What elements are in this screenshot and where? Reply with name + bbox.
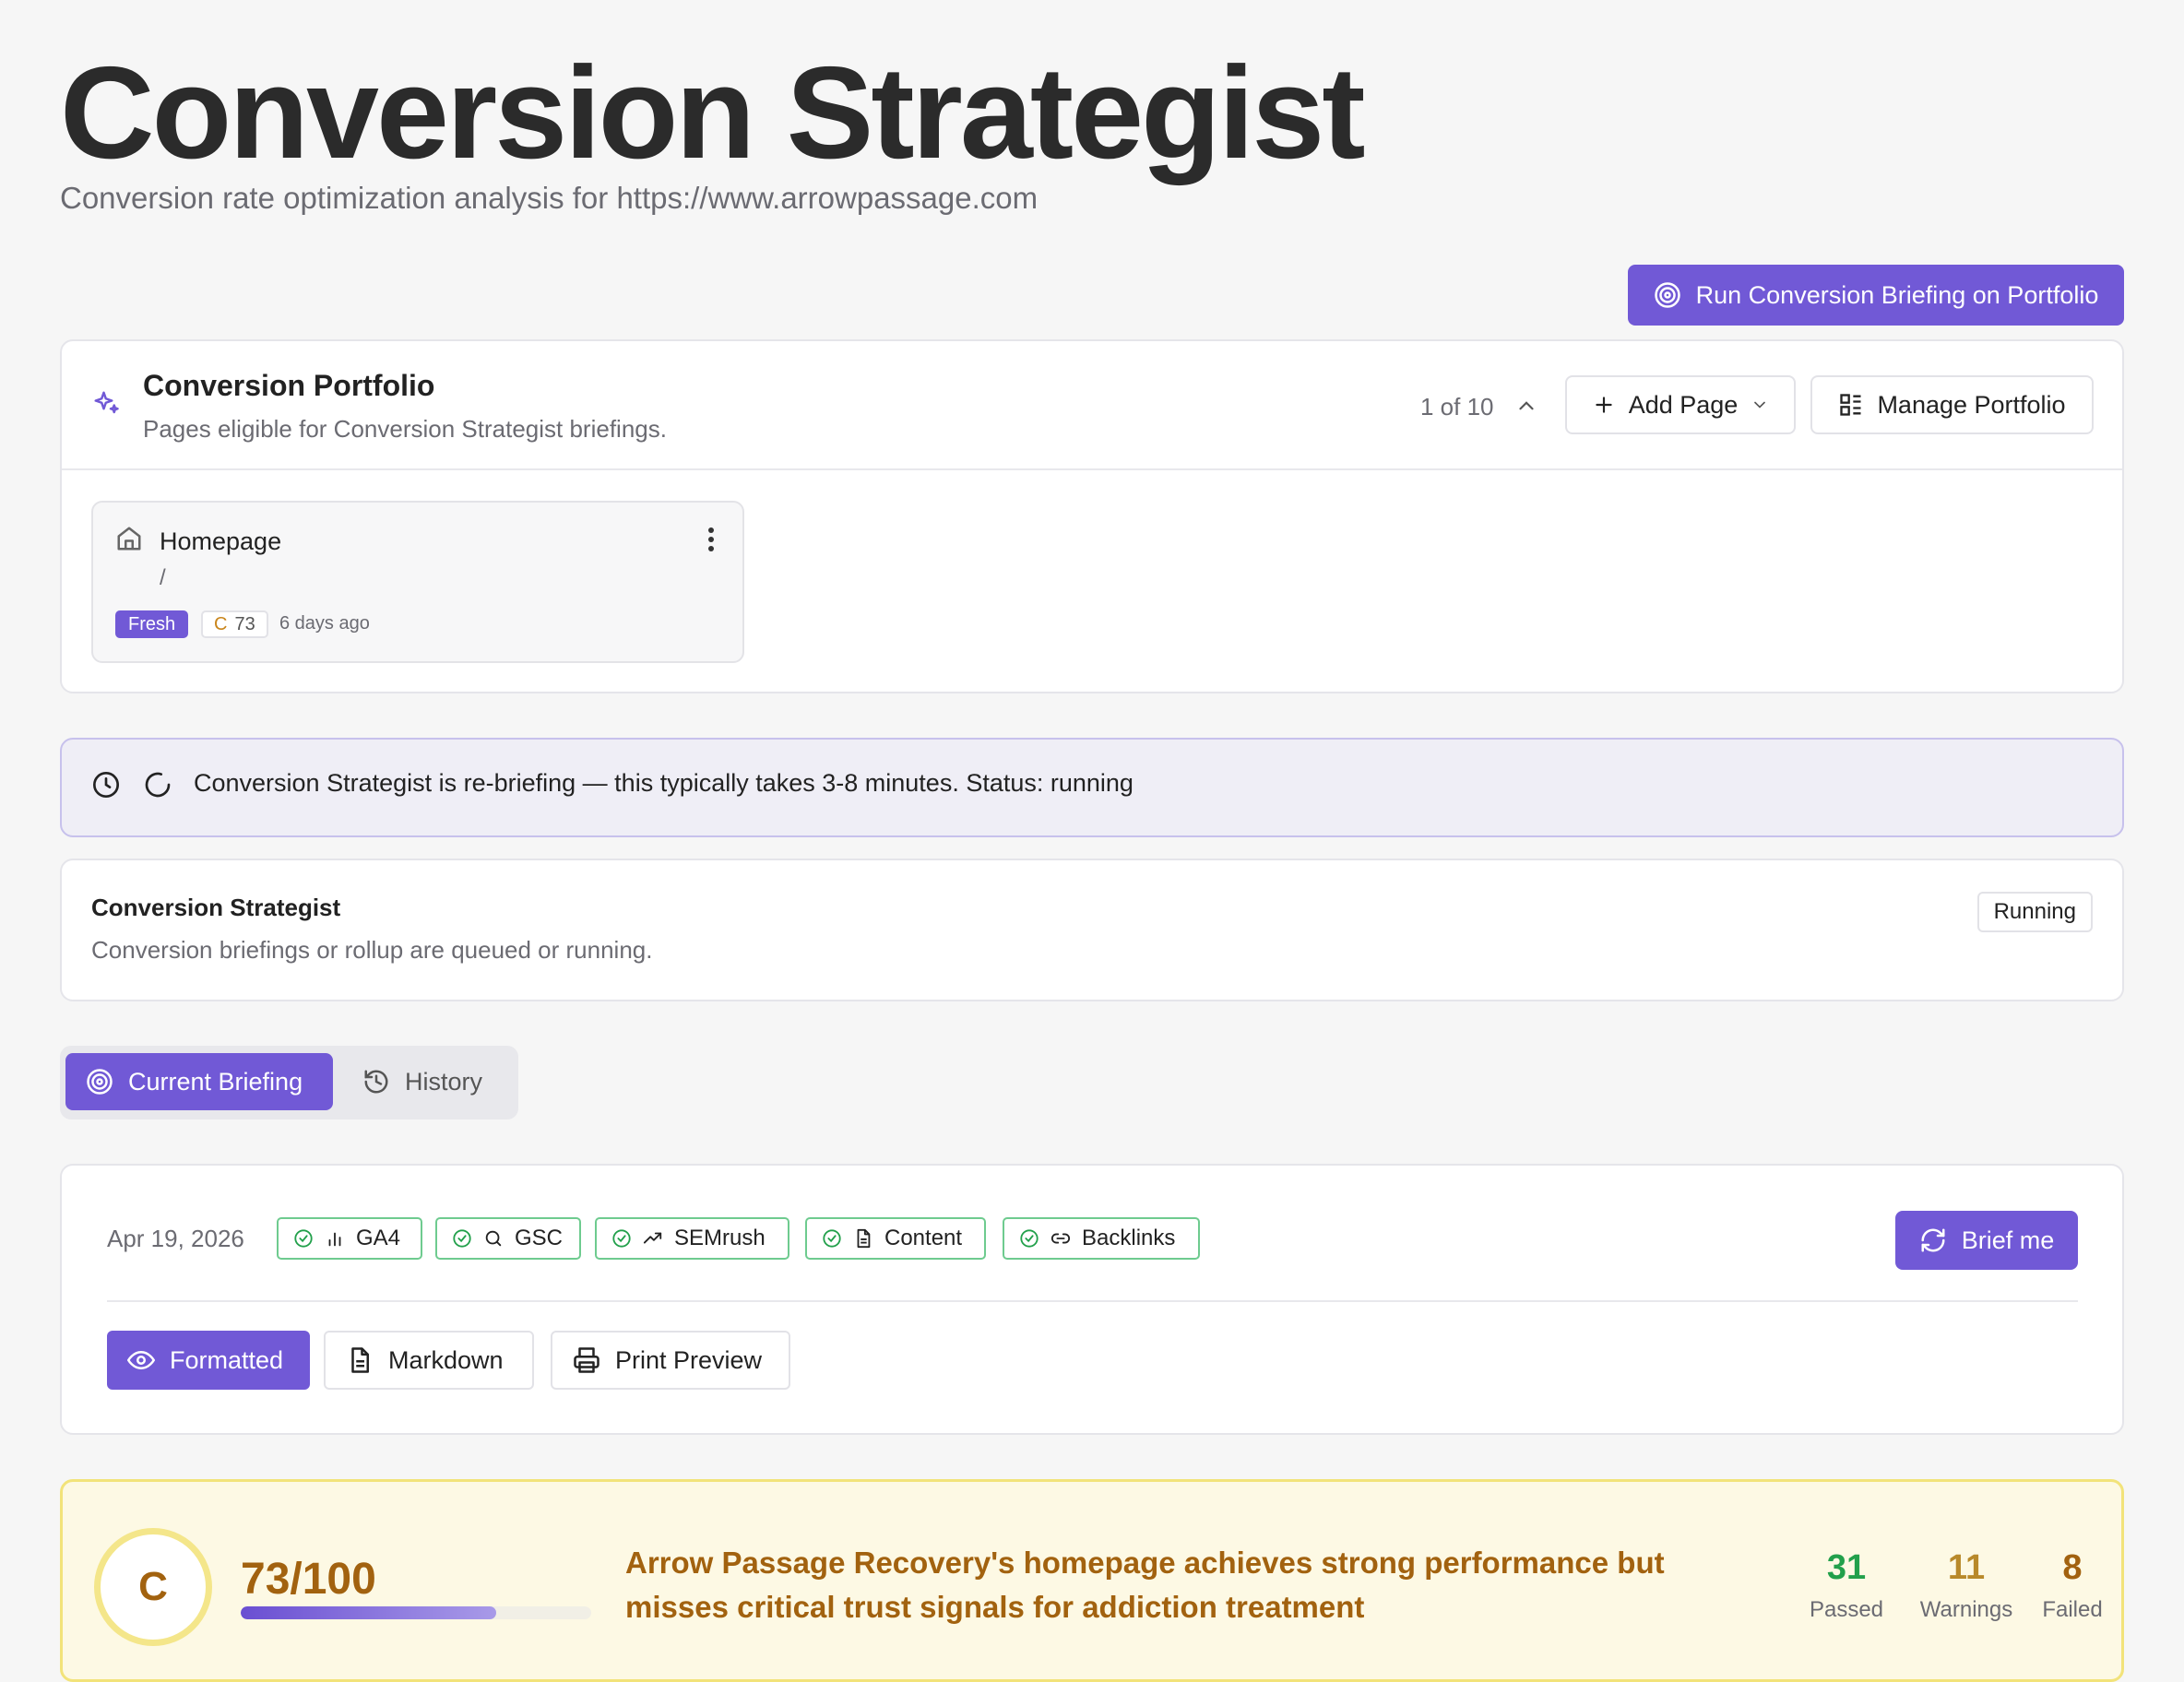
check-circle-icon [452,1228,472,1249]
manage-portfolio-label: Manage Portfolio [1877,390,2066,419]
chevron-up-icon[interactable] [1514,394,1538,418]
more-vertical-icon[interactable] [707,527,715,552]
check-circle-icon [293,1228,314,1249]
tab-current-label: Current Briefing [128,1067,303,1096]
brief-me-label: Brief me [1961,1226,2055,1254]
chevron-down-icon [1751,396,1769,414]
markdown-label: Markdown [388,1345,504,1374]
briefing-card: Apr 19, 2026 GA4 GSC SEMrush Content Bac… [60,1164,2124,1435]
source-badge-content: Content [805,1217,986,1260]
score-progress-fill [241,1606,497,1619]
refresh-icon [1919,1226,1947,1254]
stat-failed-value: 8 [2062,1548,2083,1587]
portfolio-header: Conversion Portfolio Pages eligible for … [62,341,2122,470]
eye-icon [127,1346,155,1374]
brief-me-button[interactable]: Brief me [1895,1211,2078,1270]
page-age: 6 days ago [279,613,370,634]
run-conversion-briefing-button[interactable]: Run Conversion Briefing on Portfolio [1628,265,2124,326]
status-banner: Conversion Strategist is re-briefing — t… [60,738,2124,837]
history-icon [362,1068,390,1096]
printer-icon [573,1346,600,1374]
source-badge-gsc: GSC [435,1217,581,1260]
page-name: Homepage [160,527,282,555]
score-headline: Arrow Passage Recovery's homepage achiev… [625,1546,1665,1624]
grade-circle: C [94,1528,212,1646]
page-title: Conversion Strategist [60,40,1366,186]
formatted-view-button[interactable]: Formatted [107,1331,310,1390]
sparkles-icon [92,389,120,417]
grade-score: 73 [234,614,255,634]
markdown-view-button[interactable]: Markdown [324,1331,534,1390]
list-grid-icon [1838,392,1864,418]
divider [107,1300,2078,1302]
grade-letter: C [214,614,228,634]
link-icon [1050,1228,1071,1249]
check-circle-icon [611,1228,632,1249]
tab-history-label: History [405,1067,483,1096]
portfolio-page-card[interactable]: Homepage / Fresh C 73 6 days ago [91,501,744,663]
search-icon [483,1228,504,1249]
home-icon [115,525,143,552]
trending-up-icon [643,1228,663,1249]
bar-chart-icon [325,1228,345,1249]
grade-badge: C 73 [201,610,268,638]
stat-passed-label: Passed [1809,1597,1884,1622]
source-label: SEMrush [674,1226,766,1250]
conversion-portfolio-card: Conversion Portfolio Pages eligible for … [60,339,2124,693]
briefing-date: Apr 19, 2026 [107,1225,244,1252]
target-icon [86,1068,113,1096]
score-value: 73/100 [241,1555,376,1604]
add-page-button[interactable]: Add Page [1565,375,1796,434]
stat-passed: 31 Passed [1800,1548,1893,1623]
job-title: Conversion Strategist [91,894,341,921]
source-badge-semrush: SEMrush [595,1217,789,1260]
run-button-label: Run Conversion Briefing on Portfolio [1695,280,2099,309]
score-summary-card: C 73/100 Arrow Passage Recovery's homepa… [60,1479,2124,1682]
briefing-tabs: Current Briefing History [60,1046,518,1119]
plus-icon [1592,393,1616,417]
stat-warnings: 11 Warnings [1911,1548,2022,1623]
print-preview-label: Print Preview [615,1345,763,1374]
portfolio-description: Pages eligible for Conversion Strategist… [143,415,667,443]
status-banner-text: Conversion Strategist is re-briefing — t… [194,769,1134,797]
clock-icon [91,770,121,800]
source-label: GA4 [356,1226,401,1250]
page-subtitle: Conversion rate optimization analysis fo… [60,181,1039,215]
add-page-label: Add Page [1628,390,1739,419]
status-badge: Running [1976,892,2093,932]
print-preview-button[interactable]: Print Preview [551,1331,790,1390]
check-circle-icon [1019,1228,1039,1249]
target-icon [1654,281,1681,309]
check-circle-icon [822,1228,842,1249]
job-description: Conversion briefings or rollup are queue… [91,936,653,964]
loading-spinner-icon [143,770,172,800]
tab-history[interactable]: History [342,1053,508,1110]
file-text-icon [346,1346,374,1374]
stat-warnings-value: 11 [1947,1548,1986,1587]
stat-failed: 8 Failed [2031,1548,2114,1623]
source-badge-backlinks: Backlinks [1003,1217,1200,1260]
page-path: / [160,565,166,590]
manage-portfolio-button[interactable]: Manage Portfolio [1810,375,2094,434]
source-label: GSC [515,1226,564,1250]
source-label: Backlinks [1082,1226,1176,1250]
portfolio-count: 1 of 10 [1420,393,1494,420]
portfolio-title: Conversion Portfolio [143,369,435,402]
job-status-card: Conversion Strategist Conversion briefin… [60,859,2124,1001]
tab-current-briefing[interactable]: Current Briefing [65,1053,333,1110]
source-badge-ga4: GA4 [277,1217,422,1260]
formatted-label: Formatted [170,1345,284,1374]
stat-failed-label: Failed [2042,1597,2103,1622]
stat-warnings-label: Warnings [1919,1597,2013,1622]
score-progress-bar [241,1606,591,1619]
file-text-icon [853,1228,873,1249]
fresh-badge: Fresh [115,610,189,638]
stat-passed-value: 31 [1826,1548,1867,1587]
source-label: Content [884,1226,963,1250]
